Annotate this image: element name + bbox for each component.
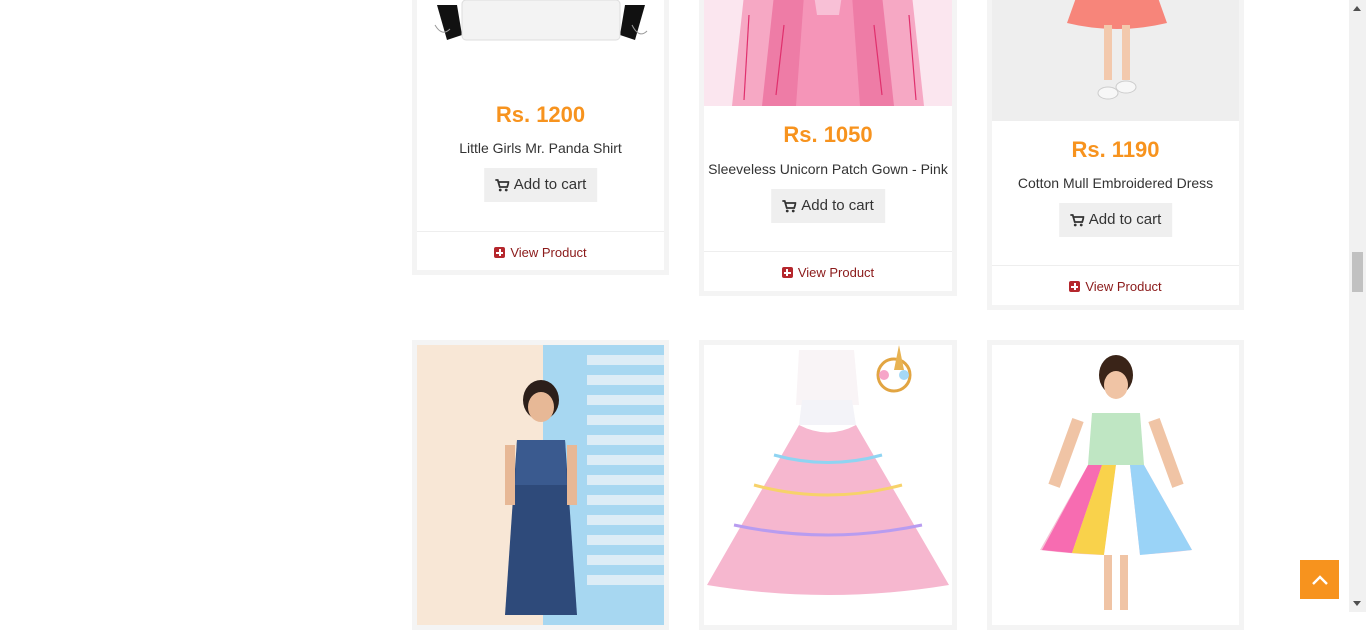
card-divider [704,251,952,252]
scroll-thumb[interactable] [1352,252,1363,292]
add-to-cart-label: Add to cart [801,197,874,214]
product-name[interactable]: Little Girls Mr. Panda Shirt [417,140,664,156]
product-card-rainbow-dress [987,340,1244,630]
product-image-blue-dress[interactable] [417,345,664,625]
card-divider [417,231,664,232]
view-product-link[interactable]: View Product [417,245,664,260]
product-image-mull-dress[interactable] [992,0,1239,121]
view-product-label: View Product [510,245,587,260]
plus-square-icon [494,247,506,258]
plus-square-icon [1069,281,1081,292]
add-to-cart-button[interactable]: Add to cart [1058,203,1173,237]
view-product-link[interactable]: View Product [704,265,952,280]
card-divider [992,265,1239,266]
add-to-cart-label: Add to cart [513,176,587,193]
add-to-cart-button[interactable]: Add to cart [771,189,885,223]
view-product-label: View Product [1085,279,1162,294]
product-price: Rs. 1190 [1071,137,1160,162]
product-price: Rs. 1050 [783,122,873,147]
scroll-up-arrow-icon[interactable] [1353,6,1361,11]
product-card-blue-dress [412,340,669,630]
product-image-panda-shirt[interactable] [417,0,664,55]
product-card-unicorn-tutu-gown [699,340,957,630]
product-card-unicorn-gown: Rs. 1050 Sleeveless Unicorn Patch Gown -… [699,0,957,296]
add-to-cart-label: Add to cart [1088,211,1162,228]
page-scrollbar[interactable] [1349,0,1366,612]
add-to-cart-button[interactable]: Add to cart [483,168,598,202]
product-image-rainbow-dress[interactable] [992,345,1239,625]
plus-square-icon [781,267,793,278]
product-image-unicorn-gown[interactable] [704,0,952,106]
view-product-link[interactable]: View Product [992,279,1239,294]
shopping-cart-icon [782,199,797,212]
shopping-cart-icon [494,178,509,191]
product-name[interactable]: Cotton Mull Embroidered Dress [992,175,1239,191]
view-product-label: View Product [797,265,875,280]
back-to-top-button[interactable] [1300,560,1339,599]
chevron-up-icon [1311,574,1328,585]
product-card-mull-dress: Rs. 1190 Cotton Mull Embroidered Dress A… [987,0,1244,310]
scroll-down-arrow-icon[interactable] [1353,601,1361,606]
shopping-cart-icon [1069,213,1084,226]
product-card-panda-shirt: Rs. 1200 Little Girls Mr. Panda Shirt Ad… [412,0,669,275]
product-name[interactable]: Sleeveless Unicorn Patch Gown - Pink [704,161,952,177]
product-image-unicorn-tutu-gown[interactable] [704,345,952,625]
product-price: Rs. 1200 [495,102,586,127]
